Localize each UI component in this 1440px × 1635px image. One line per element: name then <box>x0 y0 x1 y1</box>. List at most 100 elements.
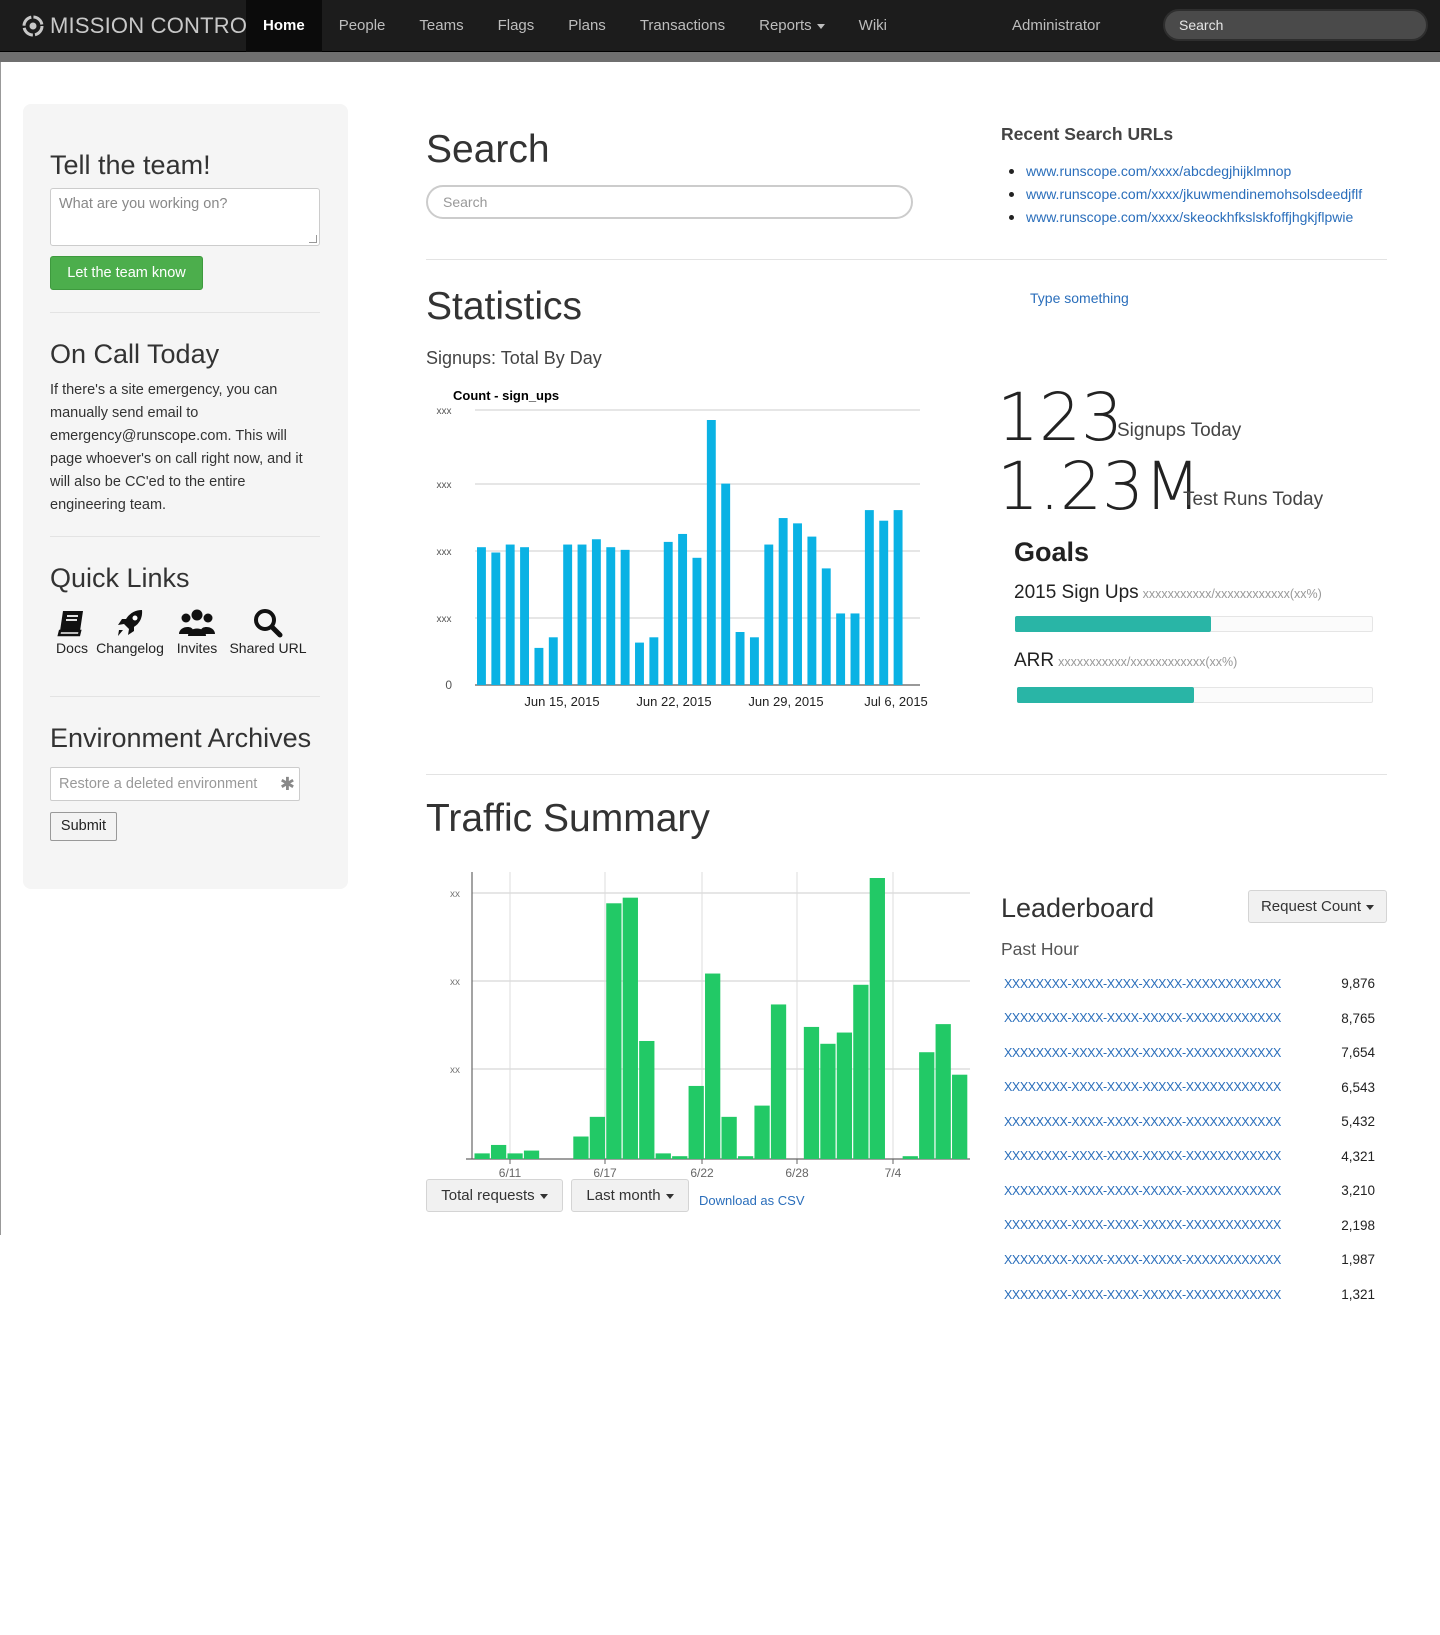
search-icon <box>254 609 283 638</box>
leaderboard-row: XXXXXXXX-XXXX-XXXX-XXXXX-XXXXXXXXXXXX 5,4… <box>1001 1104 1387 1139</box>
signups-bar <box>721 483 731 685</box>
signups-bar <box>606 547 616 685</box>
recent-search-list: www.runscope.com/xxxx/abcdegjhijklmnop w… <box>1009 160 1362 229</box>
search-title: Search <box>426 128 550 171</box>
last-month-dropdown[interactable]: Last month <box>571 1179 689 1212</box>
nav-transactions[interactable]: Transactions <box>623 0 742 52</box>
leaderboard-value: 2,198 <box>1330 1207 1387 1243</box>
brand-logo[interactable]: MISSION CONTROL <box>22 13 260 39</box>
traffic-bar <box>705 973 721 1159</box>
leaderboard-value: 8,765 <box>1330 1000 1387 1036</box>
request-count-dropdown[interactable]: Request Count <box>1248 890 1387 923</box>
signups-bar <box>577 544 587 685</box>
recent-search-link[interactable]: www.runscope.com/xxxx/abcdegjhijklmnop <box>1009 160 1362 183</box>
signups-bar <box>778 518 788 685</box>
recent-search-link[interactable]: www.runscope.com/xxxx/skeockhfkslskfoffj… <box>1009 206 1362 229</box>
quick-link-shared-url[interactable]: Shared URL <box>228 606 308 656</box>
leaderboard-value: 1,321 <box>1330 1276 1387 1312</box>
recent-search-link[interactable]: www.runscope.com/xxxx/jkuwmendinemohsols… <box>1009 183 1362 206</box>
user-menu[interactable]: Administrator <box>1012 0 1100 52</box>
navbar-search-input[interactable]: Search <box>1163 9 1428 41</box>
environment-archives-title: Environment Archives <box>50 723 312 753</box>
traffic-summary-title: Traffic Summary <box>426 797 710 840</box>
nav-reports[interactable]: Reports <box>742 0 842 52</box>
caret-down-icon <box>816 23 825 29</box>
quick-link-docs[interactable]: Docs <box>50 606 94 656</box>
traffic-bar <box>770 1004 787 1159</box>
leaderboard-row: XXXXXXXX-XXXX-XXXX-XXXXX-XXXXXXXXXXXX 3,2… <box>1001 1173 1387 1208</box>
leaderboard-key-link[interactable]: XXXXXXXX-XXXX-XXXX-XXXXX-XXXXXXXXXXXX <box>1001 1000 1331 1036</box>
quick-link-shared-url-label: Shared URL <box>229 640 307 656</box>
status-textarea[interactable]: What are you working on? <box>50 188 320 246</box>
signups-bar-chart: Count - sign_ups 0 xxx xxx xxx xxx Jun 15, 20… <box>437 388 928 709</box>
signups-bar <box>591 539 601 685</box>
statistics-title: Statistics <box>426 285 583 328</box>
goal-arr-label: ARR xxxxxxxxxxx/xxxxxxxxxxxx(xx%) <box>1014 650 1237 672</box>
traffic-y-tick: xx <box>450 977 460 988</box>
leaderboard-key-link[interactable]: XXXXXXXX-XXXX-XXXX-XXXXX-XXXXXXXXXXXX <box>1001 1138 1331 1174</box>
section-divider <box>426 774 1387 775</box>
submit-button[interactable]: Submit <box>50 812 117 841</box>
leaderboard-key-link[interactable]: XXXXXXXX-XXXX-XXXX-XXXXX-XXXXXXXXXXXX <box>1001 1173 1331 1208</box>
leaderboard-title: Leaderboard <box>1001 893 1155 923</box>
signups-bar <box>864 510 874 685</box>
resize-handle-icon[interactable] <box>309 235 317 243</box>
restore-environment-input[interactable]: Restore a deleted environment ✱ <box>50 767 300 801</box>
signups-bar <box>807 536 817 685</box>
nav-home[interactable]: Home <box>246 0 322 52</box>
goal-signups-name: 2015 Sign Ups <box>1014 582 1139 603</box>
traffic-bar <box>737 1156 754 1159</box>
on-call-text: If there's a site emergency, you can man… <box>50 382 303 513</box>
nav-teams[interactable]: Teams <box>402 0 480 52</box>
leaderboard-key-link[interactable]: XXXXXXXX-XXXX-XXXX-XXXXX-XXXXXXXXXXXX <box>1001 1207 1331 1243</box>
traffic-bar <box>853 984 869 1159</box>
let-team-know-button[interactable]: Let the team know <box>50 256 203 290</box>
quick-link-invites[interactable]: Invites <box>166 606 228 656</box>
signups-chart-title: Count - sign_ups <box>453 388 559 403</box>
section-divider <box>426 259 1387 260</box>
leaderboard-row: XXXXXXXX-XXXX-XXXX-XXXXX-XXXXXXXXXXXX 1,3… <box>1001 1276 1387 1312</box>
goal-arr-sub: xxxxxxxxxxx/xxxxxxxxxxxx(xx%) <box>1058 655 1238 669</box>
divider <box>50 536 320 537</box>
signups-x-tick: Jun 22, 2015 <box>636 694 711 709</box>
nav-wiki[interactable]: Wiki <box>842 0 904 52</box>
total-requests-label: Total requests <box>441 1187 535 1204</box>
quick-link-invites-label: Invites <box>176 640 218 656</box>
leaderboard-value: 9,876 <box>1330 966 1387 1001</box>
traffic-bar <box>589 1116 606 1159</box>
leaderboard-key-link[interactable]: XXXXXXXX-XXXX-XXXX-XXXXX-XXXXXXXXXXXX <box>1001 1035 1331 1070</box>
traffic-bar <box>820 1043 836 1159</box>
traffic-bar <box>869 878 885 1159</box>
recent-search-title: Recent Search URLs <box>1001 124 1174 144</box>
traffic-bar <box>803 1026 820 1159</box>
leaderboard-key-link[interactable]: XXXXXXXX-XXXX-XXXX-XXXXX-XXXXXXXXXXXX <box>1001 1069 1331 1105</box>
signups-bar <box>678 533 688 685</box>
nav-plans[interactable]: Plans <box>551 0 623 52</box>
signups-chart-subtitle: Signups: Total By Day <box>426 348 602 368</box>
leaderboard-key-link[interactable]: XXXXXXXX-XXXX-XXXX-XXXXX-XXXXXXXXXXXX <box>1001 966 1331 1001</box>
quick-link-changelog[interactable]: Changelog <box>94 606 166 656</box>
leaderboard-key-link[interactable]: XXXXXXXX-XXXX-XXXX-XXXXX-XXXXXXXXXXXX <box>1001 1276 1331 1312</box>
traffic-y-tick: xx <box>450 1065 460 1076</box>
divider <box>50 696 320 697</box>
traffic-bar <box>606 903 622 1159</box>
leaderboard-key-link[interactable]: XXXXXXXX-XXXX-XXXX-XXXXX-XXXXXXXXXXXX <box>1001 1104 1331 1139</box>
leaderboard-key-link[interactable]: XXXXXXXX-XXXX-XXXX-XXXXX-XXXXXXXXXXXX <box>1001 1242 1331 1277</box>
goal-arr-progress <box>1017 687 1373 703</box>
goal-signups-label: 2015 Sign Ups xxxxxxxxxxx/xxxxxxxxxxxx(xx… <box>1014 582 1322 604</box>
goal-signups-sub: xxxxxxxxxxx/xxxxxxxxxxxx(xx%) <box>1142 587 1322 601</box>
navbar-shadow <box>0 52 1440 62</box>
nav-reports-label: Reports <box>759 17 812 34</box>
download-csv-link[interactable]: Download as CSV <box>699 1193 805 1208</box>
nav-people[interactable]: People <box>322 0 403 52</box>
restore-environment-placeholder: Restore a deleted environment <box>59 776 258 792</box>
traffic-x-tick: 6/11 <box>499 1166 522 1180</box>
signups-today-value: 123 <box>997 379 1123 456</box>
signups-bar <box>635 642 644 685</box>
traffic-x-tick: 6/28 <box>785 1166 809 1180</box>
total-requests-dropdown[interactable]: Total requests <box>426 1179 563 1212</box>
goals-title: Goals <box>1014 537 1090 567</box>
main-search-input[interactable]: Search <box>426 185 913 219</box>
nav-flags[interactable]: Flags <box>481 0 552 52</box>
type-something-link[interactable]: Type something <box>1030 290 1129 306</box>
